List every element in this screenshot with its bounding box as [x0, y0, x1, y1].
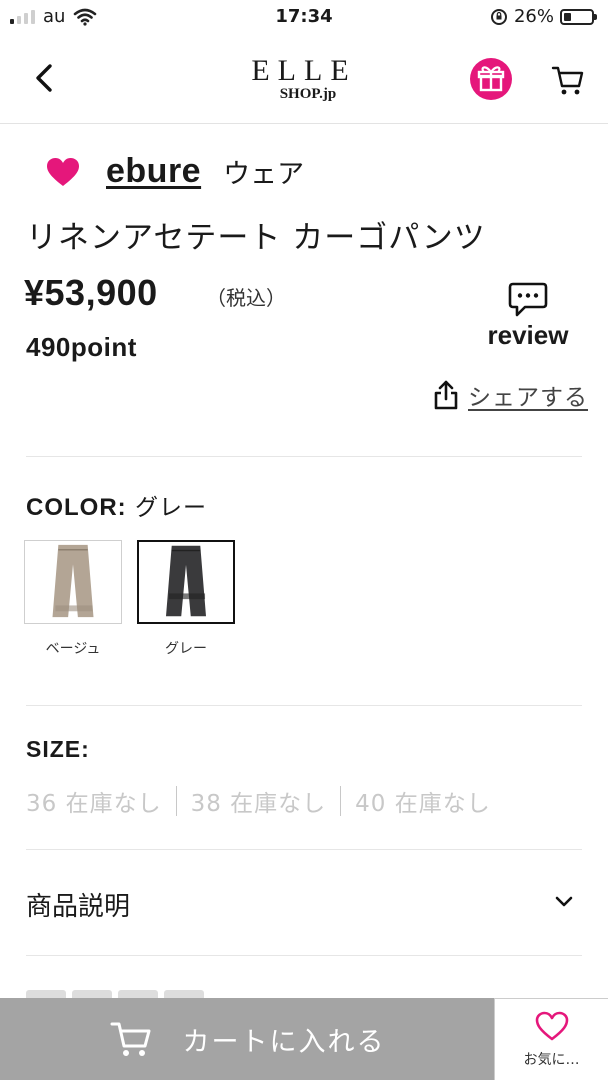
product-category: ウェア	[223, 159, 305, 190]
size-options: 36 在庫なし 38 在庫なし 40 在庫なし	[26, 784, 491, 818]
cart-icon	[110, 1022, 150, 1056]
cart-icon[interactable]	[550, 62, 586, 98]
battery-percent: 26%	[513, 6, 554, 27]
review-button[interactable]: review	[478, 280, 578, 351]
size-option-40: 40 在庫なし	[355, 791, 491, 817]
product-points: 490point	[26, 332, 137, 362]
divider	[26, 456, 582, 457]
color-label: COLOR:	[26, 494, 127, 521]
gray-pants-image	[166, 545, 206, 617]
product-price: ¥53,900	[24, 272, 158, 313]
color-swatch-gray[interactable]	[137, 540, 235, 624]
selected-color: グレー	[134, 495, 207, 521]
status-bar: au 17:34 26%	[0, 0, 608, 36]
product-title: リネンアセテート カーゴパンツ	[26, 220, 486, 256]
chevron-down-icon[interactable]	[552, 890, 576, 914]
add-to-cart-button[interactable]: カートに入れる	[0, 998, 494, 1080]
battery-icon	[560, 8, 597, 25]
divider	[26, 955, 582, 956]
heart-outline-icon	[535, 1011, 568, 1041]
size-separator	[175, 786, 177, 816]
divider	[26, 849, 582, 850]
color-heading: COLOR: グレー	[26, 488, 207, 522]
logo-elle: ELLE	[251, 54, 357, 87]
brand-link[interactable]: ebure	[106, 152, 201, 191]
brand-row: ebure ウェア	[46, 152, 304, 191]
size-option-36: 36 在庫なし	[26, 791, 162, 817]
divider	[26, 705, 582, 706]
favorite-label: お気に…	[523, 1052, 580, 1068]
app-header: ELLE SHOP.jp	[0, 36, 608, 124]
status-right: 26%	[490, 6, 597, 27]
description-toggle[interactable]: 商品説明	[26, 886, 130, 923]
review-label: review	[487, 320, 569, 350]
tax-note: （税込）	[206, 286, 286, 310]
elle-shop-logo[interactable]: ELLE SHOP.jp	[0, 56, 608, 102]
share-label: シェアする	[468, 385, 588, 411]
orientation-lock-icon	[490, 8, 507, 25]
share-button[interactable]: シェアする	[432, 378, 588, 412]
favorite-heart-icon[interactable]	[46, 157, 80, 187]
size-heading: SIZE:	[26, 736, 90, 762]
color-swatch-beige[interactable]	[24, 540, 122, 624]
gift-button[interactable]	[470, 58, 512, 100]
color-option-label: ベージュ	[45, 641, 101, 657]
beige-pants-image	[52, 544, 94, 618]
size-separator	[340, 786, 342, 816]
logo-shop: SHOP.jp	[279, 86, 337, 102]
color-option-label: グレー	[165, 641, 207, 657]
add-to-cart-label: カートに入れる	[182, 1026, 386, 1058]
gift-icon	[477, 66, 505, 92]
favorite-button[interactable]: お気に…	[494, 998, 608, 1080]
chat-bubble-icon	[508, 282, 548, 317]
size-option-38: 38 在庫なし	[190, 791, 327, 817]
share-icon	[434, 380, 458, 410]
